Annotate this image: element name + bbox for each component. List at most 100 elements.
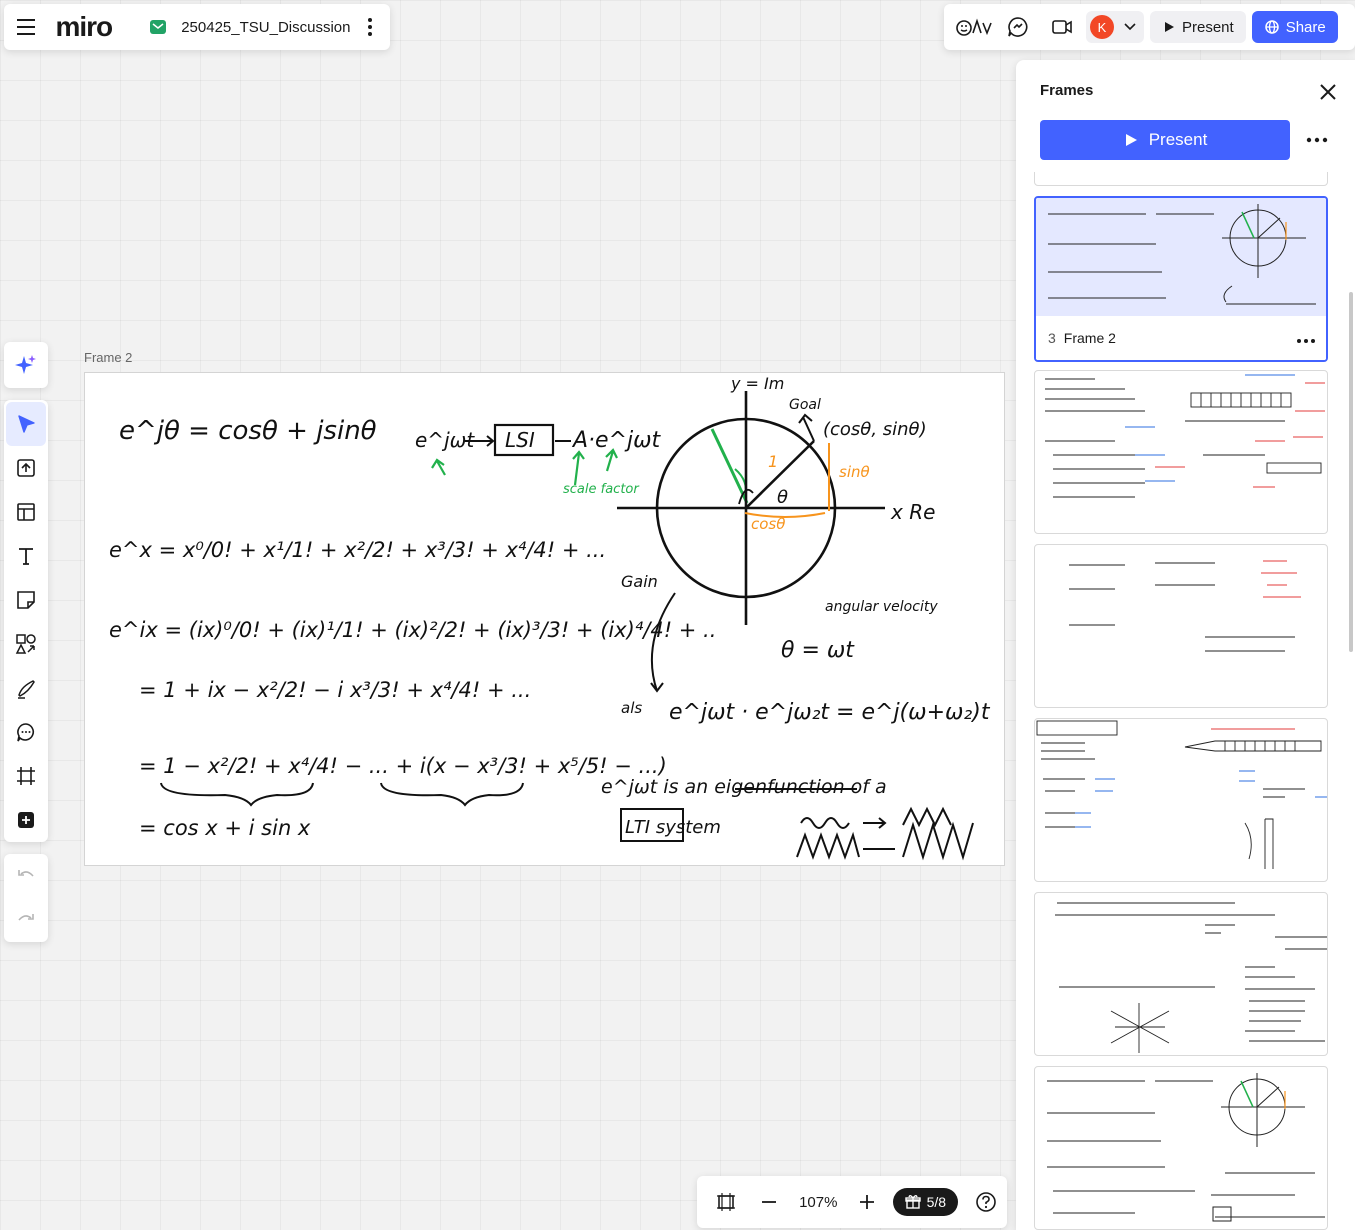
frame-thumbnail[interactable]	[1034, 718, 1328, 882]
whiteboard-frame[interactable]: e^jθ = cosθ + jsinθ e^jωt LSI A·e^jωt e^…	[84, 372, 1005, 866]
frame-thumbnail[interactable]	[1034, 172, 1328, 186]
share-button[interactable]: Share	[1251, 11, 1338, 43]
fit-to-screen-button[interactable]	[705, 1180, 748, 1224]
shapes-tool[interactable]	[6, 622, 46, 666]
frame-tool[interactable]	[6, 754, 46, 798]
frames-list: 3 Frame 2	[1016, 172, 1355, 1230]
cos-label: cosθ	[751, 515, 785, 533]
y-axis-label: y = Im	[730, 374, 784, 393]
board-options-button[interactable]	[351, 4, 391, 50]
present-label: Present	[1182, 18, 1234, 36]
board-header: miro 250425_TSU_Discussion	[4, 4, 390, 50]
more-tools-button[interactable]	[6, 798, 46, 842]
chat-button[interactable]	[996, 4, 1040, 50]
frame-thumbnail[interactable]	[1034, 544, 1328, 708]
plus-icon	[860, 1195, 875, 1209]
text-icon	[19, 548, 33, 565]
frame-preview-image	[1036, 198, 1326, 318]
frame-options-button[interactable]	[1296, 328, 1316, 349]
text-tool[interactable]	[6, 534, 46, 578]
frame-name[interactable]: Frame 2	[1064, 330, 1116, 346]
chevron-down-icon	[1124, 23, 1136, 31]
upload-icon	[17, 459, 35, 477]
frame-thumbnail[interactable]	[1034, 370, 1328, 534]
select-tool[interactable]	[6, 402, 46, 446]
undo-icon	[18, 870, 34, 877]
upload-tool[interactable]	[6, 446, 46, 490]
theta-equation: θ = ωt	[781, 638, 855, 663]
gain-label: Gain	[621, 572, 658, 591]
zoom-controls: 107% 5/8	[697, 1176, 1007, 1228]
eigenfunction-line: e^jωt is an eigenfunction of a	[601, 776, 887, 798]
zoom-out-button[interactable]	[748, 1180, 791, 1224]
hypotenuse-label: 1	[768, 452, 778, 471]
zoom-in-button[interactable]	[846, 1180, 889, 1224]
frame-number: 3	[1048, 330, 1056, 346]
frame-preview-image	[1069, 560, 1301, 652]
series-line-3: = 1 + ix − x²/2! − i x³/3! + x⁴/4! + ...	[139, 678, 531, 702]
help-button[interactable]	[964, 1180, 1007, 1224]
frame-title[interactable]: Frame 2	[84, 350, 132, 365]
frame-navigator-button[interactable]: 5/8	[892, 1188, 959, 1216]
board-title[interactable]: 250425_TSU_Discussion	[181, 19, 350, 36]
more-horizontal-icon	[1306, 137, 1328, 143]
present-button[interactable]: Present	[1150, 11, 1246, 43]
ai-assist-button[interactable]	[4, 342, 48, 388]
euler-formula: e^jθ = cosθ + jsinθ	[119, 416, 377, 446]
frame-preview-image	[1045, 374, 1325, 498]
redo-button[interactable]	[6, 898, 46, 942]
kebab-icon	[368, 18, 373, 36]
chat-icon	[1008, 17, 1028, 37]
avatar[interactable]: K	[1090, 15, 1114, 39]
frame-thumbnail[interactable]	[1034, 1066, 1328, 1230]
frames-options-button[interactable]	[1302, 124, 1332, 156]
board-icon	[150, 20, 167, 34]
sticky-note-tool[interactable]	[6, 578, 46, 622]
present-frames-button[interactable]: Present	[1040, 120, 1290, 160]
share-label: Share	[1285, 18, 1326, 36]
sin-label: sinθ	[839, 463, 870, 481]
frame-thumbnail-footer: 3 Frame 2	[1036, 316, 1326, 360]
goal-label: Goal	[789, 397, 821, 413]
series-line-2: e^ix = (ix)⁰/0! + (ix)¹/1! + (ix)²/2! + …	[109, 618, 716, 642]
templates-tool[interactable]	[6, 490, 46, 534]
present-frames-label: Present	[1148, 130, 1208, 149]
creation-toolbar	[4, 400, 48, 842]
miro-logo[interactable]: miro	[55, 11, 136, 43]
lsi-output: A·e^jωt	[571, 428, 662, 453]
cursor-icon	[18, 415, 35, 433]
gift-icon	[904, 1195, 921, 1209]
point-label: (cosθ, sinθ)	[823, 419, 927, 440]
series-line-4: = 1 − x²/2! + x⁴/4! − ... + i(x − x³/3! …	[139, 754, 667, 778]
hamburger-icon	[16, 19, 35, 35]
product-equation: e^jωt · e^jω₂t = e^j(ω+ω₂)t	[669, 700, 991, 725]
frame-thumbnail-selected[interactable]: 3 Frame 2	[1034, 196, 1328, 362]
frame-preview-image	[1036, 720, 1327, 869]
pen-tool[interactable]	[6, 666, 46, 710]
close-panel-button[interactable]	[1316, 80, 1340, 104]
frame-preview-image	[1055, 902, 1327, 1053]
video-icon	[1052, 20, 1072, 34]
undo-button[interactable]	[6, 854, 46, 898]
zoom-level[interactable]: 107%	[791, 1194, 846, 1211]
lsi-box-label: LSI	[505, 428, 535, 452]
frames-panel-title: Frames	[1040, 82, 1094, 99]
collaborators-menu[interactable]: K	[1086, 11, 1144, 43]
collaboration-bar: K Present Share	[944, 4, 1355, 50]
video-call-button[interactable]	[1040, 4, 1084, 50]
theta-label: θ	[777, 487, 788, 508]
redo-icon	[18, 914, 34, 921]
frame-preview-image	[1047, 1073, 1325, 1222]
frame-icon	[17, 767, 35, 785]
main-menu-button[interactable]	[4, 4, 49, 50]
frames-scrollbar[interactable]	[1349, 292, 1353, 652]
series-line-1: e^x = x⁰/0! + x¹/1! + x²/2! + x³/3! + x⁴…	[109, 538, 606, 562]
comment-tool[interactable]	[6, 710, 46, 754]
series-line-5: = cos x + i sin x	[139, 816, 311, 840]
reactions-button[interactable]	[952, 4, 996, 50]
lti-system-label: LTI system	[625, 817, 721, 838]
play-icon	[1125, 134, 1137, 146]
frame-thumbnail[interactable]	[1034, 892, 1328, 1056]
sticky-note-icon	[17, 591, 35, 609]
frames-panel: Frames Present 3 Frame 2	[1016, 60, 1355, 1230]
